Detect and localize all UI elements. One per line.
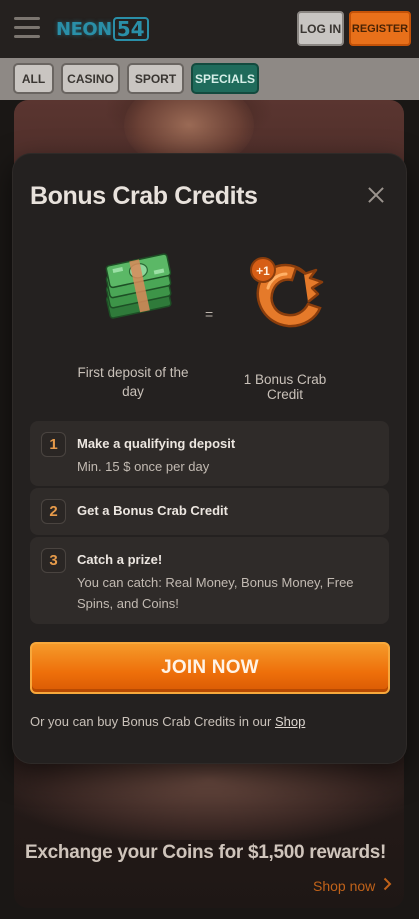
logo[interactable]: NEON 54 bbox=[56, 14, 149, 44]
tab-sport[interactable]: SPORT bbox=[127, 63, 184, 94]
menu-icon[interactable] bbox=[14, 17, 40, 39]
equals-sign: = bbox=[205, 306, 214, 322]
category-tabs: ALL CASINO SPORT SPECIALS bbox=[0, 58, 419, 100]
shop-note: Or you can buy Bonus Crab Credits in our… bbox=[30, 714, 305, 729]
top-header: NEON 54 LOG IN REGISTER bbox=[0, 0, 419, 59]
close-icon[interactable] bbox=[366, 185, 386, 205]
shop-now-link[interactable]: Shop now bbox=[313, 877, 392, 894]
step-number: 1 bbox=[41, 432, 66, 457]
login-button[interactable]: LOG IN bbox=[297, 11, 344, 46]
step-description: You can catch: Real Money, Bonus Money, … bbox=[77, 575, 354, 611]
join-now-button[interactable]: JOIN NOW bbox=[30, 642, 390, 694]
steps-list: 1 Make a qualifying deposit Min. 15 $ on… bbox=[30, 421, 389, 626]
bonus-crab-credits-modal: Bonus Crab Credits = +1 First deposit of bbox=[13, 154, 406, 763]
promo-title: Exchange your Coins for $1,500 rewards! bbox=[25, 842, 387, 863]
crab-credit-icon: +1 bbox=[246, 254, 326, 334]
step-title: Get a Bonus Crab Credit bbox=[77, 503, 228, 518]
step-number: 2 bbox=[41, 499, 66, 524]
logo-number: 54 bbox=[112, 17, 149, 41]
shop-now-label: Shop now bbox=[313, 877, 376, 894]
step-title: Catch a prize! bbox=[77, 552, 163, 567]
modal-title: Bonus Crab Credits bbox=[30, 182, 258, 210]
logo-text: NEON bbox=[56, 18, 112, 40]
step-item: 3 Catch a prize! You can catch: Real Mon… bbox=[30, 537, 389, 624]
crab-badge-text: +1 bbox=[256, 264, 270, 278]
chevron-right-icon bbox=[383, 877, 392, 894]
tab-casino[interactable]: CASINO bbox=[61, 63, 120, 94]
step-item: 2 Get a Bonus Crab Credit bbox=[30, 488, 389, 535]
step-item: 1 Make a qualifying deposit Min. 15 $ on… bbox=[30, 421, 389, 486]
first-deposit-caption: First deposit of the day bbox=[77, 365, 189, 399]
shop-link[interactable]: Shop bbox=[275, 714, 305, 729]
money-stack-icon bbox=[99, 250, 179, 326]
crab-credit-caption: 1 Bonus Crab Credit bbox=[243, 372, 327, 402]
step-number: 3 bbox=[41, 548, 66, 573]
step-title: Make a qualifying deposit bbox=[77, 436, 236, 451]
shop-note-text: Or you can buy Bonus Crab Credits in our bbox=[30, 714, 272, 729]
register-button[interactable]: REGISTER bbox=[349, 11, 411, 46]
step-description: Min. 15 $ once per day bbox=[77, 459, 210, 474]
tab-all[interactable]: ALL bbox=[13, 63, 54, 94]
tab-specials[interactable]: SPECIALS bbox=[191, 63, 259, 94]
